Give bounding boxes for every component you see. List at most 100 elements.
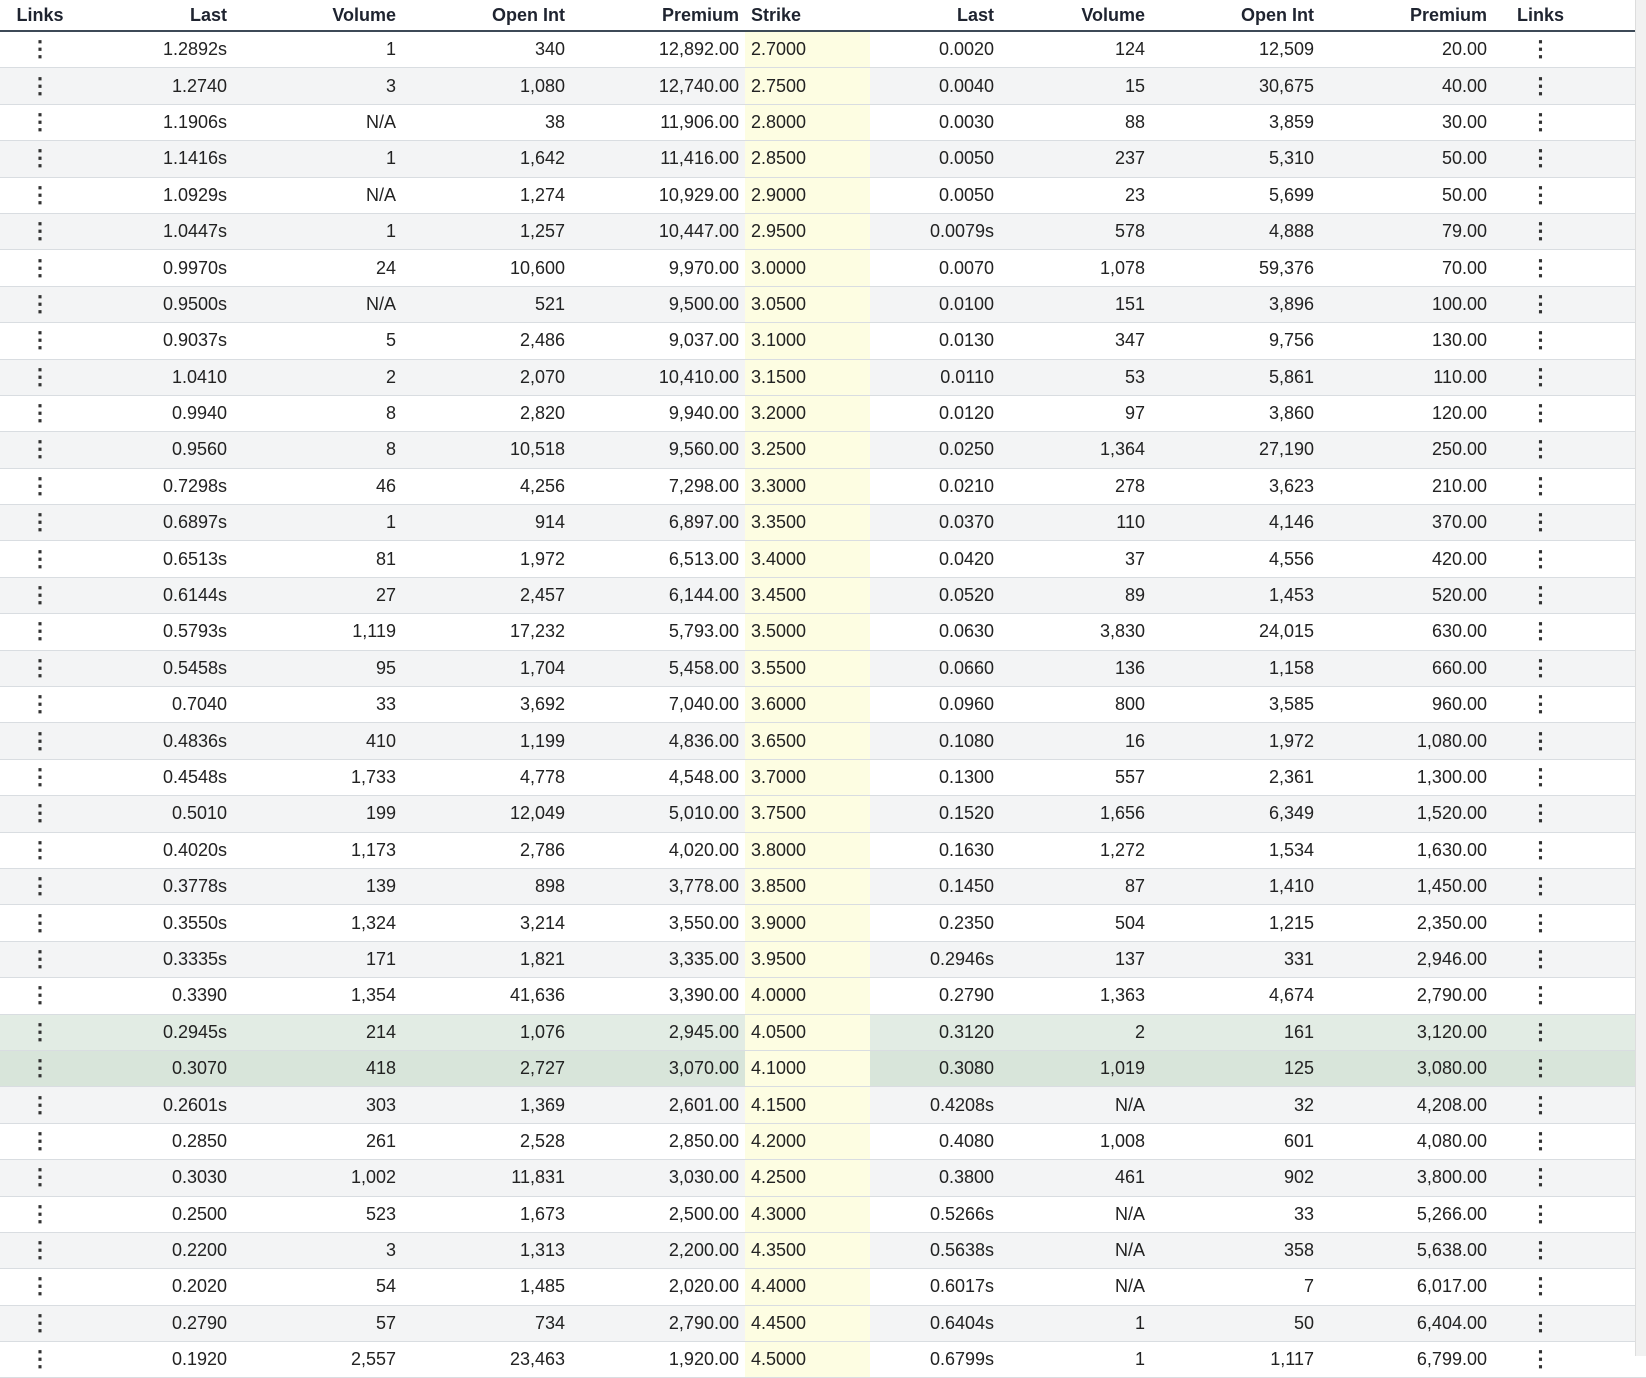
table-row[interactable]: ⋮ 0.4020s 1,173 2,786 4,020.00 3.8000 0.1630 1,… <box>0 832 1646 869</box>
header-calls-last[interactable]: Last <box>80 0 233 32</box>
vertical-ellipsis-icon[interactable]: ⋮ <box>29 1092 51 1117</box>
table-row[interactable]: ⋮ 0.5010 199 12,049 5,010.00 3.7500 0.1520 1,65… <box>0 795 1646 833</box>
vertical-ellipsis-icon[interactable]: ⋮ <box>1530 36 1552 61</box>
call-links-cell[interactable]: ⋮ <box>0 1086 80 1124</box>
vertical-ellipsis-icon[interactable]: ⋮ <box>1530 145 1552 170</box>
header-puts-volume[interactable]: Volume <box>1000 0 1151 32</box>
call-links-cell[interactable]: ⋮ <box>0 286 80 324</box>
vertical-ellipsis-icon[interactable]: ⋮ <box>29 873 51 898</box>
vertical-ellipsis-icon[interactable]: ⋮ <box>1530 1055 1552 1080</box>
vertical-ellipsis-icon[interactable]: ⋮ <box>1530 291 1552 316</box>
vertical-ellipsis-icon[interactable]: ⋮ <box>29 764 51 789</box>
table-row[interactable]: ⋮ 1.0410 2 2,070 10,410.00 3.1500 0.0110 53 5,86… <box>0 359 1646 396</box>
table-row[interactable]: ⋮ 0.6144s 27 2,457 6,144.00 3.4500 0.0520 89 1,4… <box>0 577 1646 615</box>
table-row[interactable]: ⋮ 0.3550s 1,324 3,214 3,550.00 3.9000 0.2350 50… <box>0 904 1646 942</box>
vertical-ellipsis-icon[interactable]: ⋮ <box>29 255 51 280</box>
vertical-ellipsis-icon[interactable]: ⋮ <box>1530 1310 1552 1335</box>
vertical-ellipsis-icon[interactable]: ⋮ <box>29 509 51 534</box>
table-row[interactable]: ⋮ 0.3030 1,002 11,831 3,030.00 4.2500 0.3800 46… <box>0 1159 1646 1197</box>
call-links-cell[interactable]: ⋮ <box>0 140 80 178</box>
table-row[interactable]: ⋮ 0.4548s 1,733 4,778 4,548.00 3.7000 0.1300 55… <box>0 759 1646 797</box>
vertical-ellipsis-icon[interactable]: ⋮ <box>1530 109 1552 134</box>
table-row[interactable]: ⋮ 0.9970s 24 10,600 9,970.00 3.0000 0.0070 1,07… <box>0 249 1646 287</box>
vertical-ellipsis-icon[interactable]: ⋮ <box>1530 873 1552 898</box>
put-links-cell[interactable]: ⋮ <box>1493 1050 1588 1088</box>
vertical-ellipsis-icon[interactable]: ⋮ <box>29 800 51 825</box>
vertical-ellipsis-icon[interactable]: ⋮ <box>29 1055 51 1080</box>
put-links-cell[interactable]: ⋮ <box>1493 322 1588 360</box>
vertical-ellipsis-icon[interactable]: ⋮ <box>1530 1128 1552 1153</box>
table-row[interactable]: ⋮ 1.2740 3 1,080 12,740.00 2.7500 0.0040 15 30,6… <box>0 67 1646 105</box>
call-links-cell[interactable]: ⋮ <box>0 941 80 979</box>
vertical-ellipsis-icon[interactable]: ⋮ <box>1530 218 1552 243</box>
vertical-ellipsis-icon[interactable]: ⋮ <box>1530 1164 1552 1189</box>
vertical-ellipsis-icon[interactable]: ⋮ <box>29 618 51 643</box>
table-row[interactable]: ⋮ 0.2020 54 1,485 2,020.00 4.4000 0.6017s N/A 7 6… <box>0 1268 1646 1306</box>
vertical-ellipsis-icon[interactable]: ⋮ <box>1530 946 1552 971</box>
vertical-ellipsis-icon[interactable]: ⋮ <box>29 1019 51 1044</box>
call-links-cell[interactable]: ⋮ <box>0 1123 80 1161</box>
table-row[interactable]: ⋮ 0.6513s 81 1,972 6,513.00 3.4000 0.0420 37 4,5… <box>0 540 1646 578</box>
put-links-cell[interactable]: ⋮ <box>1493 613 1588 651</box>
table-row[interactable]: ⋮ 1.1906s N/A 38 11,906.00 2.8000 0.0030 88 3,85… <box>0 104 1646 142</box>
table-row[interactable]: ⋮ 0.2945s 214 1,076 2,945.00 4.0500 0.3120 2 161… <box>0 1014 1646 1051</box>
table-row[interactable]: ⋮ 0.9037s 5 2,486 9,037.00 3.1000 0.0130 347 9,7… <box>0 322 1646 360</box>
vertical-ellipsis-icon[interactable]: ⋮ <box>1530 255 1552 280</box>
call-links-cell[interactable]: ⋮ <box>0 868 80 906</box>
table-row[interactable]: ⋮ 0.6897s 1 914 6,897.00 3.3500 0.0370 110 4,146… <box>0 504 1646 542</box>
vertical-ellipsis-icon[interactable]: ⋮ <box>1530 509 1552 534</box>
vertical-ellipsis-icon[interactable]: ⋮ <box>29 36 51 61</box>
table-row[interactable]: ⋮ 0.2200 3 1,313 2,200.00 4.3500 0.5638s N/A 358… <box>0 1232 1646 1270</box>
table-row[interactable]: ⋮ 1.0447s 1 1,257 10,447.00 2.9500 0.0079s 578 4… <box>0 213 1646 251</box>
vertical-ellipsis-icon[interactable]: ⋮ <box>1530 910 1552 935</box>
vertical-ellipsis-icon[interactable]: ⋮ <box>1530 655 1552 680</box>
put-links-cell[interactable]: ⋮ <box>1493 650 1588 688</box>
vertical-ellipsis-icon[interactable]: ⋮ <box>1530 728 1552 753</box>
vertical-ellipsis-icon[interactable]: ⋮ <box>29 1273 51 1298</box>
vertical-ellipsis-icon[interactable]: ⋮ <box>1530 73 1552 98</box>
vertical-ellipsis-icon[interactable]: ⋮ <box>1530 400 1552 425</box>
call-links-cell[interactable]: ⋮ <box>0 759 80 797</box>
call-links-cell[interactable]: ⋮ <box>0 1159 80 1197</box>
put-links-cell[interactable]: ⋮ <box>1493 67 1588 105</box>
call-links-cell[interactable]: ⋮ <box>0 431 80 469</box>
vertical-ellipsis-icon[interactable]: ⋮ <box>1530 764 1552 789</box>
header-puts-links[interactable]: Links <box>1493 0 1588 32</box>
put-links-cell[interactable]: ⋮ <box>1493 540 1588 578</box>
put-links-cell[interactable]: ⋮ <box>1493 1159 1588 1197</box>
call-links-cell[interactable]: ⋮ <box>0 1014 80 1051</box>
call-links-cell[interactable]: ⋮ <box>0 468 80 506</box>
call-links-cell[interactable]: ⋮ <box>0 1050 80 1088</box>
call-links-cell[interactable]: ⋮ <box>0 504 80 542</box>
put-links-cell[interactable]: ⋮ <box>1493 977 1588 1015</box>
call-links-cell[interactable]: ⋮ <box>0 1341 80 1378</box>
put-links-cell[interactable]: ⋮ <box>1493 359 1588 396</box>
call-links-cell[interactable]: ⋮ <box>0 613 80 651</box>
table-row[interactable]: ⋮ 0.4836s 410 1,199 4,836.00 3.6500 0.1080 16 1,… <box>0 722 1646 760</box>
vertical-ellipsis-icon[interactable]: ⋮ <box>29 1201 51 1226</box>
table-row[interactable]: ⋮ 0.9500s N/A 521 9,500.00 3.0500 0.0100 151 3,8… <box>0 286 1646 324</box>
vertical-ellipsis-icon[interactable]: ⋮ <box>1530 546 1552 571</box>
put-links-cell[interactable]: ⋮ <box>1493 941 1588 979</box>
put-links-cell[interactable]: ⋮ <box>1493 213 1588 251</box>
vertical-ellipsis-icon[interactable]: ⋮ <box>29 691 51 716</box>
vertical-ellipsis-icon[interactable]: ⋮ <box>1530 182 1552 207</box>
table-row[interactable]: ⋮ 1.1416s 1 1,642 11,416.00 2.8500 0.0050 237 5,… <box>0 140 1646 178</box>
call-links-cell[interactable]: ⋮ <box>0 977 80 1015</box>
put-links-cell[interactable]: ⋮ <box>1493 140 1588 178</box>
table-row[interactable]: ⋮ 0.5458s 95 1,704 5,458.00 3.5500 0.0660 136 1,… <box>0 650 1646 688</box>
vertical-ellipsis-icon[interactable]: ⋮ <box>29 473 51 498</box>
table-row[interactable]: ⋮ 0.3335s 171 1,821 3,335.00 3.9500 0.2946s 137… <box>0 941 1646 979</box>
call-links-cell[interactable]: ⋮ <box>0 795 80 833</box>
table-row[interactable]: ⋮ 0.2790 57 734 2,790.00 4.4500 0.6404s 1 50 6,40… <box>0 1305 1646 1343</box>
table-row[interactable]: ⋮ 0.5793s 1,119 17,232 5,793.00 3.5000 0.0630 3… <box>0 613 1646 651</box>
call-links-cell[interactable]: ⋮ <box>0 832 80 869</box>
table-row[interactable]: ⋮ 0.3778s 139 898 3,778.00 3.8500 0.1450 87 1,41… <box>0 868 1646 906</box>
vertical-ellipsis-icon[interactable]: ⋮ <box>1530 1201 1552 1226</box>
vertical-ellipsis-icon[interactable]: ⋮ <box>29 1310 51 1335</box>
table-row[interactable]: ⋮ 0.7040 33 3,692 7,040.00 3.6000 0.0960 800 3,5… <box>0 686 1646 724</box>
put-links-cell[interactable]: ⋮ <box>1493 1086 1588 1124</box>
call-links-cell[interactable]: ⋮ <box>0 540 80 578</box>
put-links-cell[interactable]: ⋮ <box>1493 431 1588 469</box>
vertical-ellipsis-icon[interactable]: ⋮ <box>29 728 51 753</box>
